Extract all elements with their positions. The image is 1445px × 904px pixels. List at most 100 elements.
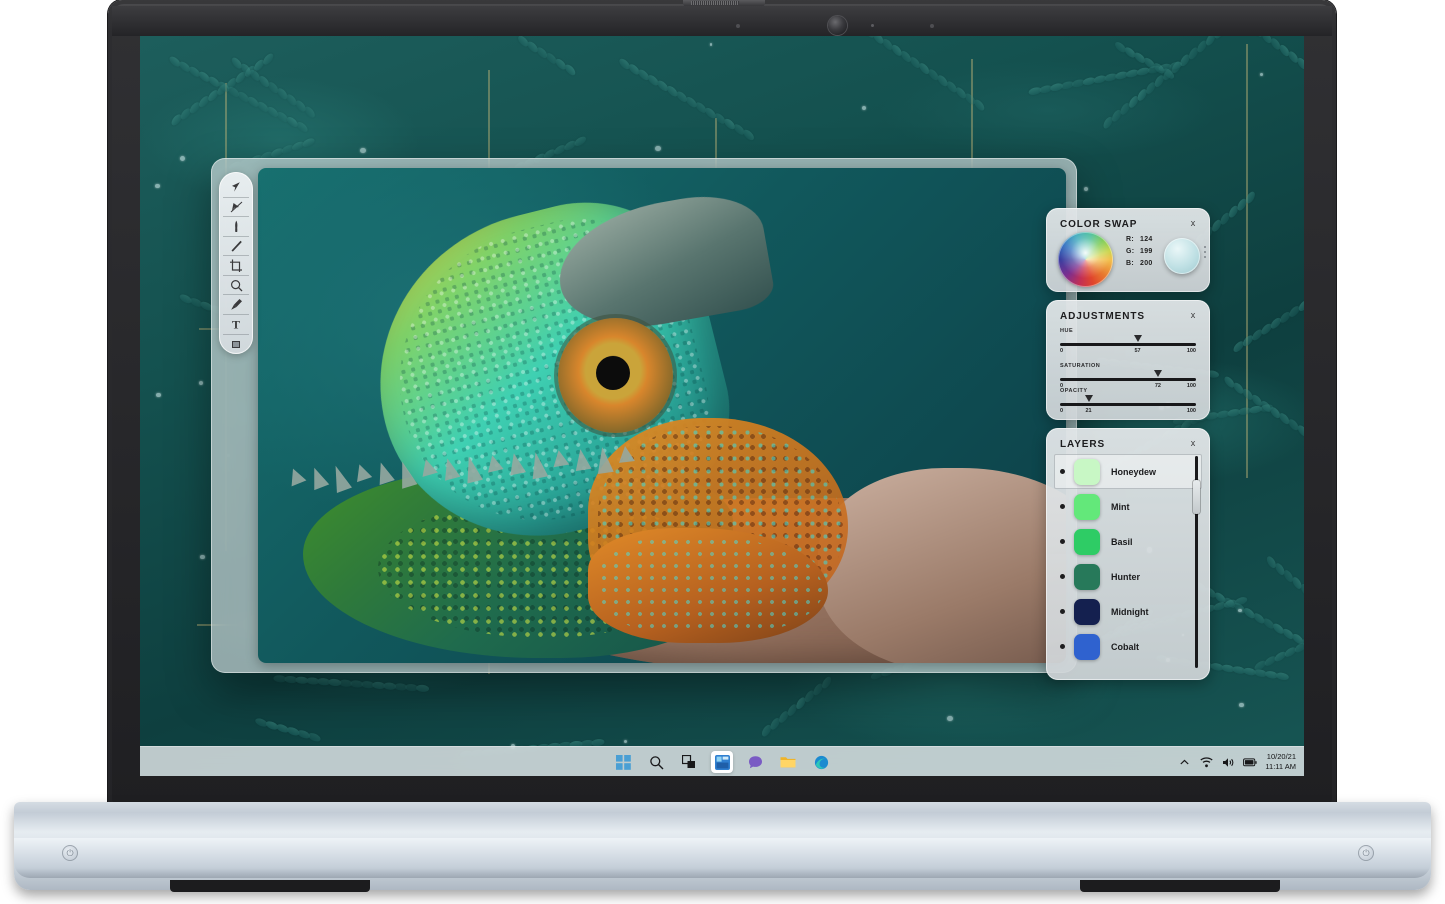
text-tool-icon[interactable]: T — [223, 315, 249, 335]
close-icon[interactable]: x — [1187, 437, 1199, 449]
editor-canvas[interactable] — [258, 168, 1066, 663]
eyedropper-tool-icon[interactable] — [223, 295, 249, 315]
hue-value-label: 57 — [1134, 348, 1140, 354]
webcam-bar — [112, 6, 1332, 36]
wifi-icon[interactable] — [1199, 755, 1213, 769]
wallpaper-water-droplet — [200, 555, 205, 560]
layer-color-swatch[interactable] — [1074, 634, 1100, 660]
crest-spike — [286, 466, 307, 487]
crest-spike — [572, 447, 591, 470]
selected-color-swatch[interactable] — [1164, 238, 1200, 274]
taskbar-buttons[interactable] — [612, 747, 832, 776]
layer-color-swatch[interactable] — [1074, 459, 1100, 485]
crop-tool-icon[interactable] — [223, 256, 249, 276]
adjustments-title: ADJUSTMENTS — [1060, 311, 1145, 322]
color-swap-title: COLOR SWAP — [1060, 219, 1137, 230]
swatch-tool-icon[interactable] — [223, 335, 249, 354]
brush-tool-icon[interactable] — [223, 217, 249, 237]
speaker-icon[interactable] — [1221, 755, 1235, 769]
opacity-slider[interactable]: OPACITY 0 21 100 — [1060, 388, 1196, 417]
image-editor-app-icon[interactable] — [711, 751, 733, 773]
sensor-dot-mid — [871, 24, 874, 27]
crest-spike — [594, 446, 613, 474]
crest-spike — [484, 453, 503, 472]
cursor-tool-icon[interactable] — [223, 178, 249, 198]
saturation-slider-handle[interactable] — [1154, 370, 1162, 377]
wallpaper-leaf-row — [512, 36, 576, 81]
wallpaper-water-droplet — [710, 43, 713, 46]
color-wheel[interactable] — [1058, 232, 1113, 287]
search-icon[interactable] — [645, 751, 667, 773]
adjustments-panel[interactable]: ADJUSTMENTS x HUE 0 57 100 SATURATION — [1046, 300, 1210, 420]
editor-toolbar[interactable]: T — [219, 172, 253, 354]
chevron-up-icon[interactable] — [1177, 755, 1191, 769]
hue-slider-handle[interactable] — [1134, 335, 1142, 342]
pencil-tool-icon[interactable] — [223, 237, 249, 257]
rgb-row-g: G: 199 — [1126, 248, 1164, 255]
file-explorer-icon[interactable] — [777, 751, 799, 773]
edge-browser-icon[interactable] — [810, 751, 832, 773]
wallpaper-water-droplet — [1084, 187, 1088, 191]
close-icon[interactable]: x — [1187, 217, 1199, 229]
saturation-slider-track[interactable] — [1060, 378, 1196, 381]
taskbar-clock[interactable]: 10/20/21 11:11 AM — [1265, 752, 1296, 772]
chat-icon[interactable] — [744, 751, 766, 773]
wallpaper-water-droplet — [1239, 703, 1243, 707]
hue-slider[interactable]: HUE 0 57 100 — [1060, 328, 1196, 357]
crest-spike — [352, 461, 372, 481]
layer-color-swatch[interactable] — [1074, 529, 1100, 555]
rgb-value-r: 124 — [1140, 236, 1164, 243]
lasso-tool-icon[interactable] — [223, 198, 249, 218]
layer-row-cobalt[interactable]: Cobalt — [1054, 629, 1202, 664]
layer-row-basil[interactable]: Basil — [1054, 524, 1202, 559]
taskbar-time: 11:11 AM — [1265, 762, 1296, 772]
layer-visibility-dot[interactable] — [1060, 574, 1065, 579]
wallpaper-water-droplet — [1260, 73, 1263, 76]
layer-color-swatch[interactable] — [1074, 494, 1100, 520]
layer-color-swatch[interactable] — [1074, 599, 1100, 625]
battery-icon[interactable] — [1243, 755, 1257, 769]
pupil-shape — [596, 356, 630, 390]
layer-row-midnight[interactable]: Midnight — [1054, 594, 1202, 629]
rgb-label-g: G: — [1126, 248, 1140, 255]
layer-visibility-dot[interactable] — [1060, 644, 1065, 649]
color-swap-panel[interactable]: COLOR SWAP x R: 124 G: 199 B: 200 — [1046, 208, 1210, 292]
wallpaper-water-droplet — [156, 393, 161, 398]
opacity-slider-handle[interactable] — [1085, 395, 1093, 402]
layer-name-label: Cobalt — [1111, 642, 1139, 652]
wallpaper-leaf-row — [759, 677, 836, 743]
layer-visibility-dot[interactable] — [1060, 504, 1065, 509]
close-icon[interactable]: x — [1187, 309, 1199, 321]
more-dots-icon[interactable] — [1204, 246, 1206, 261]
layers-list[interactable]: HoneydewMintBasil Hunter Midnight Cobalt — [1054, 454, 1202, 672]
layer-color-swatch[interactable] — [1074, 564, 1100, 590]
image-editor-window[interactable]: T — [211, 158, 1077, 673]
layers-panel[interactable]: LAYERS x HoneydewMintBasilHunterMidnight… — [1046, 428, 1210, 680]
layer-row-mint[interactable]: Mint — [1054, 489, 1202, 524]
opacity-slider-track[interactable] — [1060, 403, 1196, 406]
system-tray[interactable]: 10/20/21 11:11 AM — [1177, 747, 1296, 776]
layer-visibility-dot[interactable] — [1060, 469, 1065, 474]
wallpaper-leaf-row — [858, 36, 985, 116]
wallpaper-leaf-row — [252, 718, 319, 749]
layer-name-label: Hunter — [1111, 572, 1140, 582]
chameleon-artwork — [258, 168, 1066, 663]
layers-scrollbar-thumb[interactable] — [1193, 480, 1200, 514]
rgb-row-b: B: 200 — [1126, 260, 1164, 267]
layer-row-hunter[interactable]: Hunter — [1054, 559, 1202, 594]
windows-taskbar[interactable]: 10/20/21 11:11 AM — [140, 746, 1304, 776]
wallpaper-water-droplet — [155, 184, 159, 188]
start-button-icon[interactable] — [612, 751, 634, 773]
zoom-tool-icon[interactable] — [223, 276, 249, 296]
layer-visibility-dot[interactable] — [1060, 609, 1065, 614]
opacity-max-label: 100 — [1187, 408, 1196, 414]
task-view-icon[interactable] — [678, 751, 700, 773]
wallpaper-leaf-row — [1231, 271, 1304, 359]
wallpaper-leaf-row — [272, 675, 427, 699]
wallpaper-water-droplet — [862, 106, 866, 110]
layer-visibility-dot[interactable] — [1060, 539, 1065, 544]
layer-row-honeydew[interactable]: Honeydew — [1054, 454, 1202, 489]
saturation-slider-label: SATURATION — [1060, 363, 1196, 369]
hue-slider-track[interactable] — [1060, 343, 1196, 346]
wallpaper-water-droplet — [655, 146, 660, 151]
